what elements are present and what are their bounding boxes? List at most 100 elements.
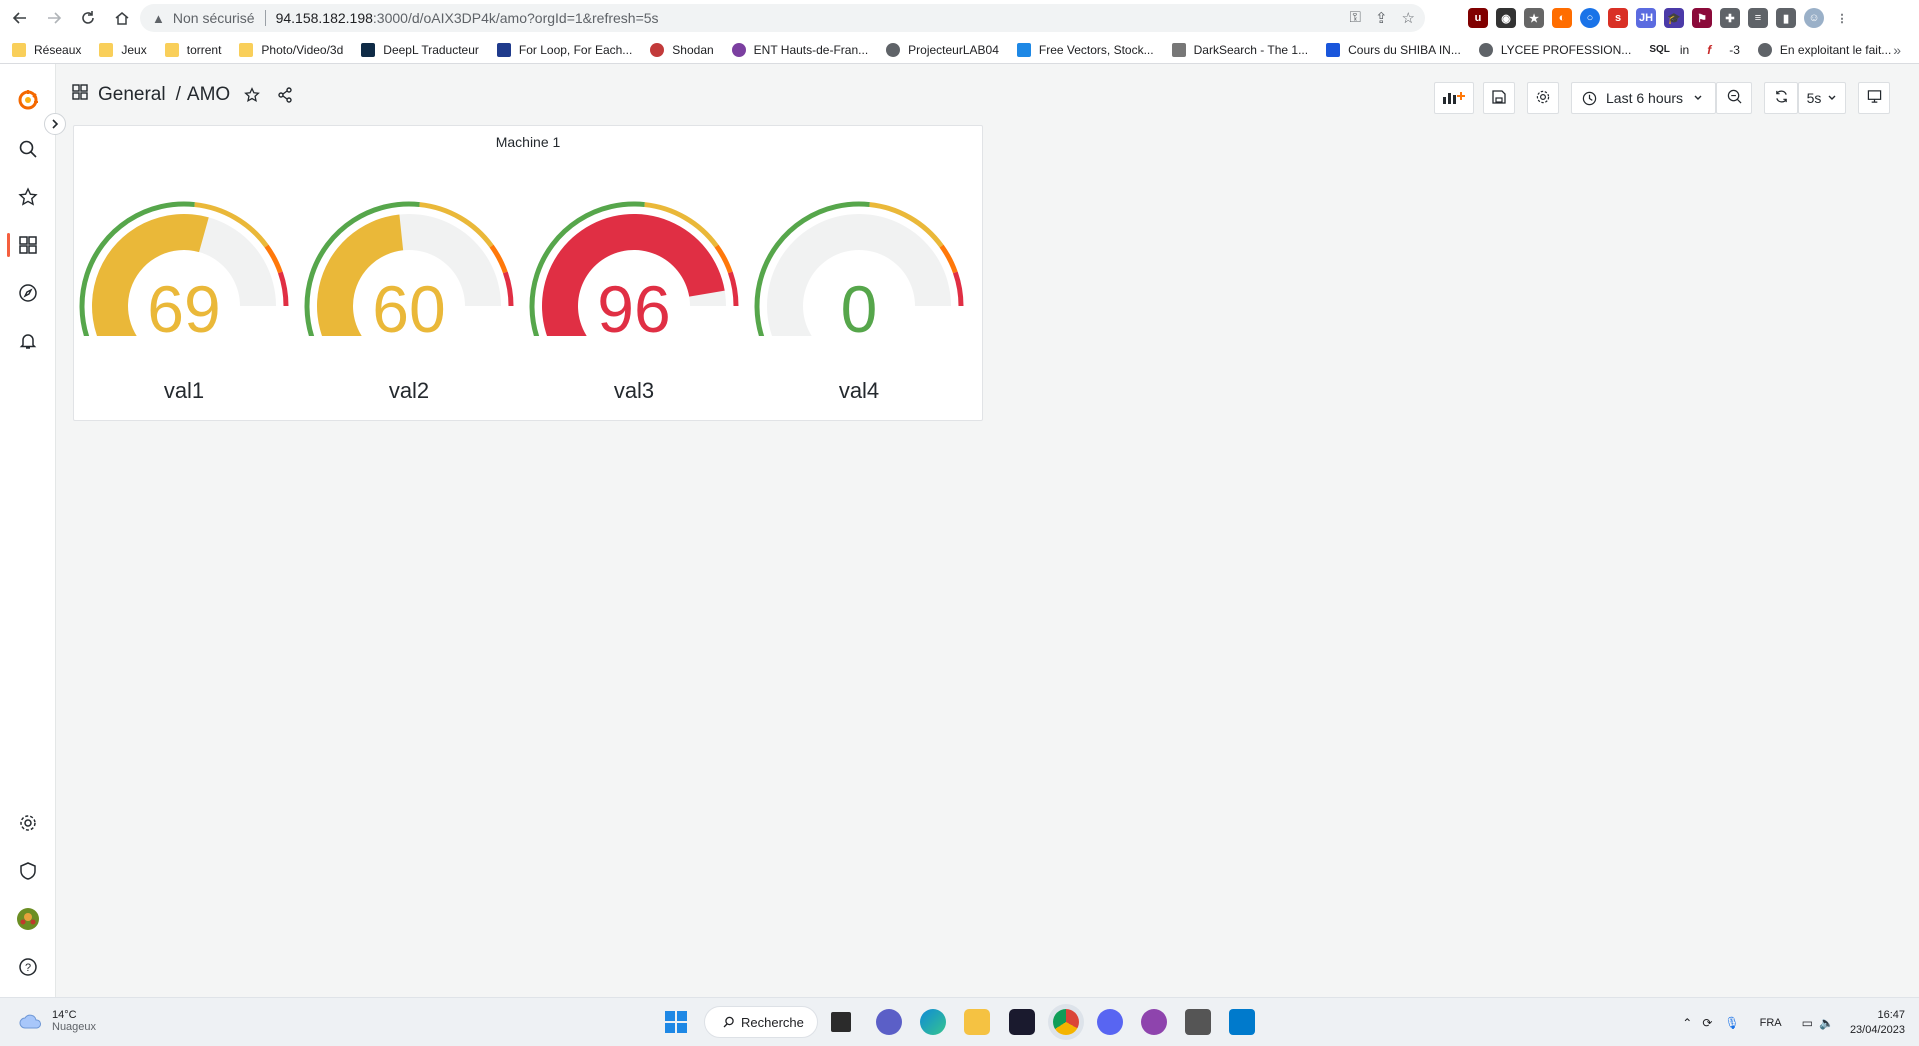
bookmark-item[interactable]: LYCEE PROFESSION... — [1478, 42, 1631, 57]
bookmark-label: DeepL Traducteur — [383, 42, 479, 57]
bookmarks-overflow-icon[interactable]: » — [1893, 42, 1901, 58]
side-panel-icon[interactable]: ▮ — [1776, 8, 1796, 28]
volume-icon[interactable]: 🔈 — [1819, 1016, 1834, 1030]
panel-title[interactable]: Machine 1 — [74, 134, 982, 150]
breadcrumb-separator: / — [175, 84, 181, 105]
vscode-icon[interactable] — [1229, 1009, 1255, 1035]
jetbrains-icon[interactable] — [1009, 1009, 1035, 1035]
bookmark-label: Photo/Video/3d — [261, 42, 344, 57]
zoom-out-button[interactable] — [1716, 82, 1752, 114]
starred-icon[interactable] — [14, 183, 42, 211]
microphone-icon[interactable]: 🎙 — [1724, 1016, 1739, 1030]
cap-extension-icon[interactable]: 🎓 — [1664, 8, 1684, 28]
gauge-panel[interactable]: Machine 1 69 val1 60 val2 96 val3 0 val4 — [73, 125, 983, 421]
back-icon[interactable] — [6, 4, 34, 32]
dashboard-title[interactable]: AMO — [187, 84, 230, 106]
github-desktop-icon[interactable] — [1141, 1009, 1167, 1035]
alerting-bell-icon[interactable] — [14, 327, 42, 355]
share-dashboard-icon[interactable] — [277, 87, 293, 103]
bookmark-item[interactable]: Réseaux — [12, 42, 81, 57]
clock[interactable]: 16:47 23/04/2023 — [1850, 1008, 1905, 1038]
more-vert-icon[interactable]: ⋮ — [1832, 8, 1852, 28]
chrome-icon[interactable] — [1053, 1009, 1079, 1035]
language-indicator[interactable]: FRA — [1760, 1017, 1782, 1029]
ublock-icon[interactable]: u — [1468, 8, 1488, 28]
bookmark-item[interactable]: DeepL Traducteur — [361, 42, 479, 57]
server-admin-shield-icon[interactable] — [14, 857, 42, 885]
add-panel-button[interactable] — [1434, 82, 1474, 114]
dashboard-settings-button[interactable] — [1527, 82, 1559, 114]
refresh-interval-picker[interactable]: 5s — [1798, 82, 1846, 114]
grafana-logo-icon[interactable] — [14, 86, 42, 114]
bookmark-item[interactable]: For Loop, For Each... — [496, 42, 632, 57]
darksearch-icon — [1171, 42, 1186, 57]
bookmark-item[interactable]: Free Vectors, Stock... — [1016, 42, 1154, 57]
circle-extension-icon[interactable]: ○ — [1580, 8, 1600, 28]
chevron-up-icon[interactable]: ⌃ — [1682, 1016, 1692, 1030]
globe-icon — [886, 42, 901, 57]
jh-extension-icon[interactable]: JH — [1636, 8, 1656, 28]
folder-link[interactable]: General — [98, 84, 166, 106]
share-icon[interactable]: ⇪ — [1375, 9, 1388, 27]
explore-icon[interactable] — [14, 279, 42, 307]
save-dashboard-button[interactable] — [1483, 82, 1515, 114]
home-icon[interactable] — [108, 4, 136, 32]
threshold-segment — [939, 244, 958, 274]
profile-avatar[interactable]: ☺ — [1804, 8, 1824, 28]
discord-icon[interactable] — [1097, 1009, 1123, 1035]
flag-extension-icon[interactable]: ⚑ — [1692, 8, 1712, 28]
forward-icon[interactable] — [40, 4, 68, 32]
bookmark-label: torrent — [186, 42, 222, 57]
deepl-icon — [361, 42, 376, 57]
star-extension-icon[interactable]: ★ — [1524, 8, 1544, 28]
network-icon[interactable]: ▭ — [1802, 1016, 1813, 1030]
add-panel-icon — [1442, 89, 1466, 108]
teams-icon[interactable] — [876, 1009, 902, 1035]
search-label: Recherche — [741, 1014, 804, 1030]
address-bar[interactable]: ▲ Non sécurisé 94.158.182.198:3000/d/oAI… — [140, 4, 1425, 32]
bookmark-item[interactable]: in — [1680, 43, 1689, 57]
burp-icon[interactable]: ◐ — [1552, 8, 1572, 28]
active-indicator — [7, 233, 10, 257]
weather-widget[interactable]: 14°C Nuageux — [18, 1009, 96, 1033]
puzzle-icon[interactable]: ✚ — [1720, 8, 1740, 28]
star-dashboard-icon[interactable] — [244, 87, 261, 103]
edge-icon[interactable] — [920, 1009, 946, 1035]
gear-extension-icon[interactable]: s — [1608, 8, 1628, 28]
refresh-button[interactable] — [1764, 82, 1798, 114]
file-explorer-icon[interactable] — [964, 1009, 990, 1035]
bookmark-item[interactable]: ProjecteurLAB04 — [886, 42, 999, 57]
help-icon[interactable]: ? — [14, 953, 42, 981]
user-avatar[interactable] — [14, 905, 42, 933]
unity-icon[interactable] — [1185, 1009, 1211, 1035]
mask-icon[interactable]: ◉ — [1496, 8, 1516, 28]
vector-icon — [1016, 42, 1031, 57]
task-view-icon[interactable] — [831, 1012, 851, 1032]
bookmark-item[interactable]: torrent — [164, 42, 222, 57]
windows-start-icon[interactable] — [664, 1010, 688, 1039]
dashboards-icon[interactable] — [14, 231, 42, 259]
monitor-icon — [1867, 89, 1882, 107]
bookmark-item[interactable]: Photo/Video/3d — [239, 42, 344, 57]
bookmark-item[interactable]: Jeux — [99, 42, 147, 57]
bookmark-star-icon[interactable]: ☆ — [1402, 9, 1415, 27]
sync-icon[interactable]: ⟳ — [1702, 1016, 1712, 1030]
key-icon[interactable]: ⚿ — [1350, 9, 1361, 27]
bookmark-item[interactable]: Shodan — [650, 42, 714, 57]
expand-menu-chevron-icon[interactable] — [44, 113, 66, 135]
time-range-picker[interactable]: Last 6 hours — [1571, 82, 1716, 114]
time-range-label: Last 6 hours — [1606, 90, 1684, 106]
taskbar-search[interactable]: Recherche — [704, 1006, 818, 1038]
tv-mode-button[interactable] — [1858, 82, 1890, 114]
bookmark-item[interactable]: DarkSearch - The 1... — [1171, 42, 1308, 57]
bookmark-item[interactable]: ENT Hauts-de-Fran... — [731, 42, 868, 57]
bookmark-item[interactable]: SQL — [1649, 44, 1670, 55]
playlist-icon[interactable]: ≡ — [1748, 8, 1768, 28]
search-icon[interactable] — [14, 135, 42, 163]
bookmark-item[interactable]: Cours du SHIBA IN... — [1326, 42, 1461, 57]
reload-icon[interactable] — [74, 4, 102, 32]
side-menu: ? — [0, 64, 56, 997]
bookmark-item[interactable]: En exploitant le fait... — [1757, 42, 1891, 57]
configuration-gear-icon[interactable] — [14, 809, 42, 837]
bookmark-item[interactable]: f -3 — [1707, 43, 1740, 57]
